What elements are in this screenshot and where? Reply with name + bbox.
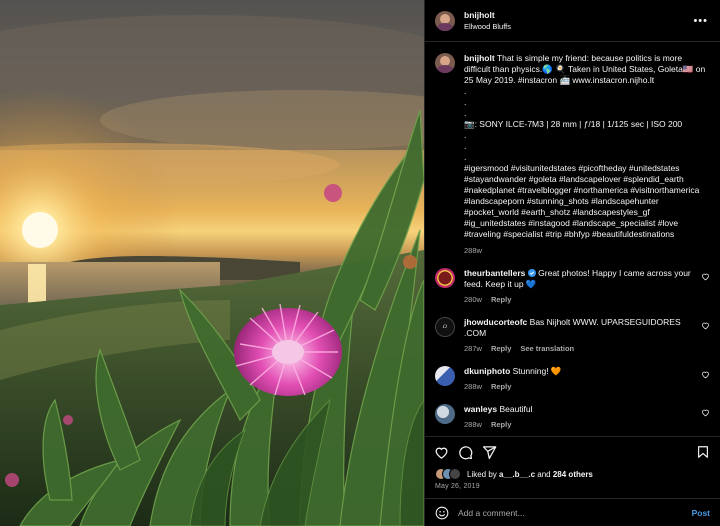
reply-button[interactable]: Reply (491, 381, 511, 392)
comment-composer: Post (425, 498, 720, 526)
comment-age[interactable]: 280w (464, 294, 482, 305)
comment-item: theurbantellers Great photos! Happy I ca… (435, 268, 710, 305)
reply-button[interactable]: Reply (491, 294, 511, 305)
liker-avatars (435, 468, 461, 480)
comment-text: Stunning! 🧡 (512, 366, 562, 376)
comment-avatar[interactable] (435, 404, 455, 424)
caption-body: bnijholt That is simple my friend: becau… (464, 53, 706, 256)
comment-avatar[interactable] (435, 268, 455, 288)
comment-age[interactable]: 287w (464, 343, 482, 354)
caption: bnijholt That is simple my friend: becau… (435, 53, 710, 256)
comment-body: dkuniphoto Stunning! 🧡 288w Reply (464, 366, 696, 392)
comment-meta: 288w Reply (464, 419, 696, 430)
post-side-panel: bnijholt Ellwood Bluffs ••• bnijholt Tha… (424, 0, 720, 526)
verified-badge-icon (527, 269, 536, 277)
liked-by-prefix: Liked by (467, 469, 500, 479)
comment-meta: 288w Reply (464, 381, 696, 392)
caption-age[interactable]: 288w (464, 245, 706, 256)
like-comment-heart-icon[interactable] (701, 408, 710, 417)
post-photo[interactable] (0, 0, 424, 526)
likes-text: Liked by a__.b__.c and 284 others (467, 470, 593, 479)
liked-by-user[interactable]: a__.b__.c (499, 470, 535, 479)
heart-icon[interactable] (434, 445, 449, 460)
author-info: bnijholt Ellwood Bluffs (464, 10, 511, 32)
caption-dots: . . . (464, 86, 467, 118)
comment-body: theurbantellers Great photos! Happy I ca… (464, 268, 696, 305)
comment-username[interactable]: theurbantellers (464, 268, 525, 278)
comment-item: Ω jhowducorteofc Bas Nijholt WWW. UPARSE… (435, 317, 710, 354)
comment-username[interactable]: wanleys (464, 404, 497, 414)
smiley-icon[interactable] (435, 506, 449, 520)
caption-text: bnijholt That is simple my friend: becau… (464, 53, 706, 86)
liked-by-and: and (535, 469, 553, 479)
comment-meta: 280w Reply (464, 294, 696, 305)
add-comment-input[interactable] (458, 507, 678, 518)
post-actions: Liked by a__.b__.c and 284 others May 26… (425, 436, 720, 526)
post-location[interactable]: Ellwood Bluffs (464, 21, 511, 32)
comment-avatar[interactable] (435, 366, 455, 386)
like-comment-heart-icon[interactable] (701, 370, 710, 379)
comment-item: dkuniphoto Stunning! 🧡 288w Reply (435, 366, 710, 392)
liked-by-others[interactable]: 284 others (553, 470, 593, 479)
comment-avatar[interactable]: Ω (435, 317, 455, 337)
post-header: bnijholt Ellwood Bluffs ••• (425, 0, 720, 42)
post-comment-button[interactable]: Post (692, 508, 710, 518)
comment-body: jhowducorteofc Bas Nijholt WWW. UPARSEGU… (464, 317, 696, 354)
action-icons (425, 437, 720, 467)
post-date[interactable]: May 26, 2019 (425, 481, 720, 490)
caption-line1: That is simple my friend: because politi… (464, 53, 708, 85)
caption-dots-2: . . . (464, 130, 467, 162)
comment-body: wanleys Beautiful 288w Reply (464, 404, 696, 430)
caption-avatar[interactable] (435, 53, 455, 73)
like-comment-heart-icon[interactable] (701, 321, 710, 330)
sunset-flower-image (0, 0, 424, 526)
share-icon[interactable] (482, 445, 497, 460)
more-horizontal-icon[interactable]: ••• (693, 15, 708, 27)
comment-meta: 287w Reply See translation (464, 343, 696, 354)
caption-hashtags[interactable]: #igersmood #visitunitedstates #picofthed… (464, 163, 706, 240)
caption-username[interactable]: bnijholt (464, 53, 495, 63)
likes-summary[interactable]: Liked by a__.b__.c and 284 others (425, 467, 720, 481)
comment-icon[interactable] (458, 445, 473, 460)
reply-button[interactable]: Reply (491, 343, 511, 354)
comment-username[interactable]: jhowducorteofc (464, 317, 527, 327)
post-modal: bnijholt Ellwood Bluffs ••• bnijholt Tha… (0, 0, 720, 526)
comment-age[interactable]: 288w (464, 381, 482, 392)
comment-username[interactable]: dkuniphoto (464, 366, 510, 376)
comments-scroll-area[interactable]: bnijholt That is simple my friend: becau… (425, 43, 720, 435)
author-username[interactable]: bnijholt (464, 10, 511, 21)
author-avatar[interactable] (435, 10, 455, 31)
reply-button[interactable]: Reply (491, 419, 511, 430)
comment-text: Beautiful (499, 404, 533, 414)
caption-camera: 📷: SONY ILCE-7M3 | 28 mm | ƒ/18 | 1/125 … (464, 119, 683, 129)
comment-age[interactable]: 288w (464, 419, 482, 430)
see-translation-button[interactable]: See translation (520, 343, 574, 354)
comment-item: wanleys Beautiful 288w Reply (435, 404, 710, 430)
like-comment-heart-icon[interactable] (701, 272, 710, 281)
bookmark-icon[interactable] (696, 445, 710, 461)
